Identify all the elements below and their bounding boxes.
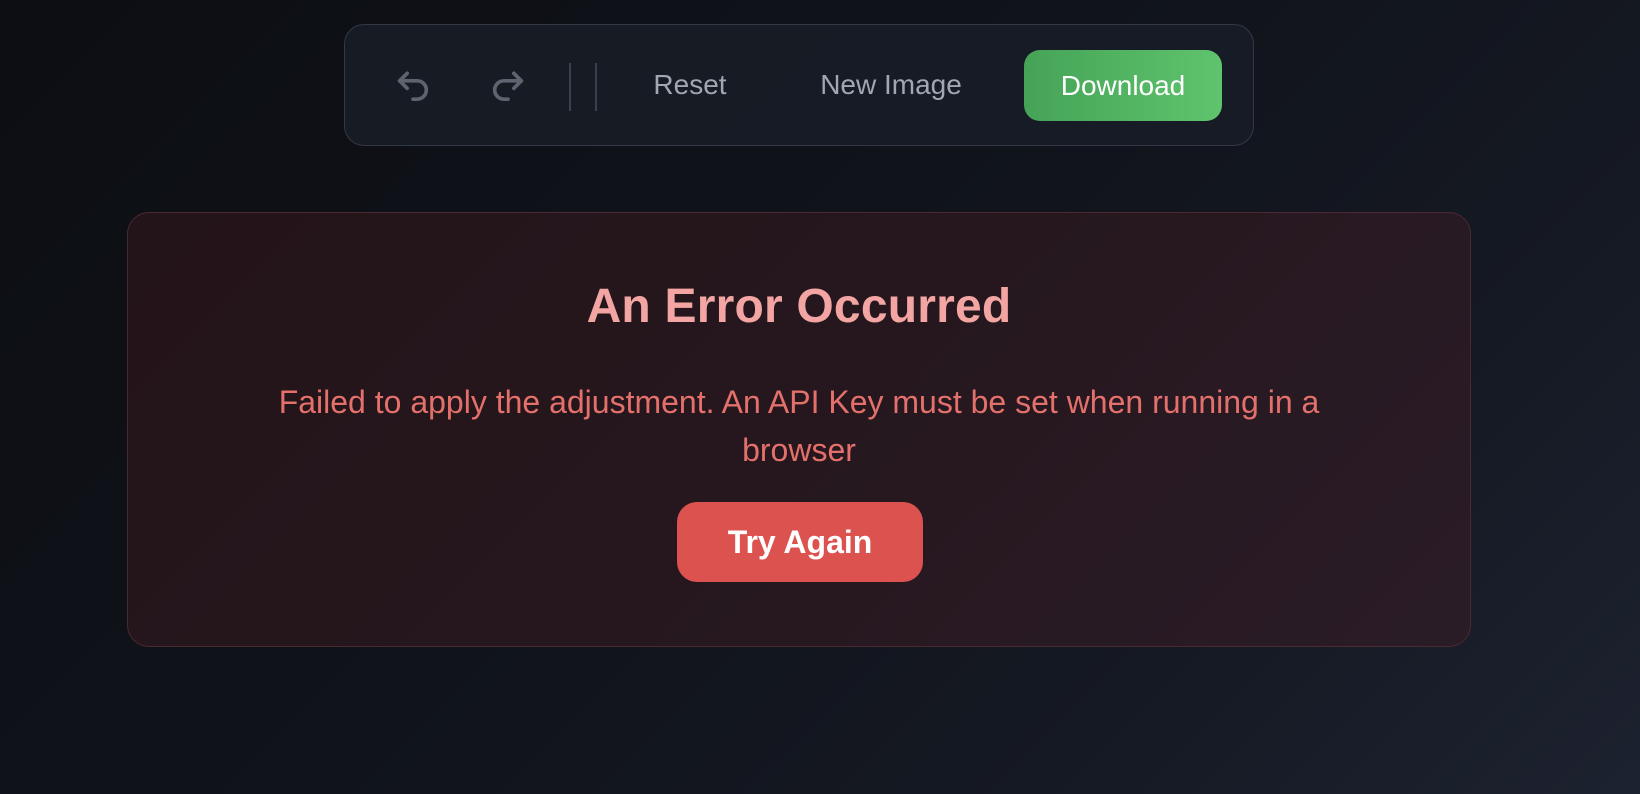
try-again-button[interactable]: Try Again [677, 502, 923, 582]
reset-button[interactable]: Reset [625, 55, 755, 115]
toolbar-divider [569, 63, 571, 111]
editor-toolbar: Reset New Image Download [344, 24, 1254, 146]
redo-icon [492, 71, 524, 101]
undo-button[interactable] [387, 59, 439, 111]
error-panel: An Error Occurred Failed to apply the ad… [127, 212, 1471, 647]
error-title: An Error Occurred [586, 280, 1012, 333]
error-message: Failed to apply the adjustment. An API K… [278, 384, 1320, 468]
toolbar-divider [595, 63, 597, 111]
redo-button[interactable] [482, 59, 534, 111]
download-button[interactable]: Download [1024, 50, 1222, 121]
new-image-button[interactable]: New Image [801, 55, 981, 115]
undo-icon [397, 71, 429, 101]
